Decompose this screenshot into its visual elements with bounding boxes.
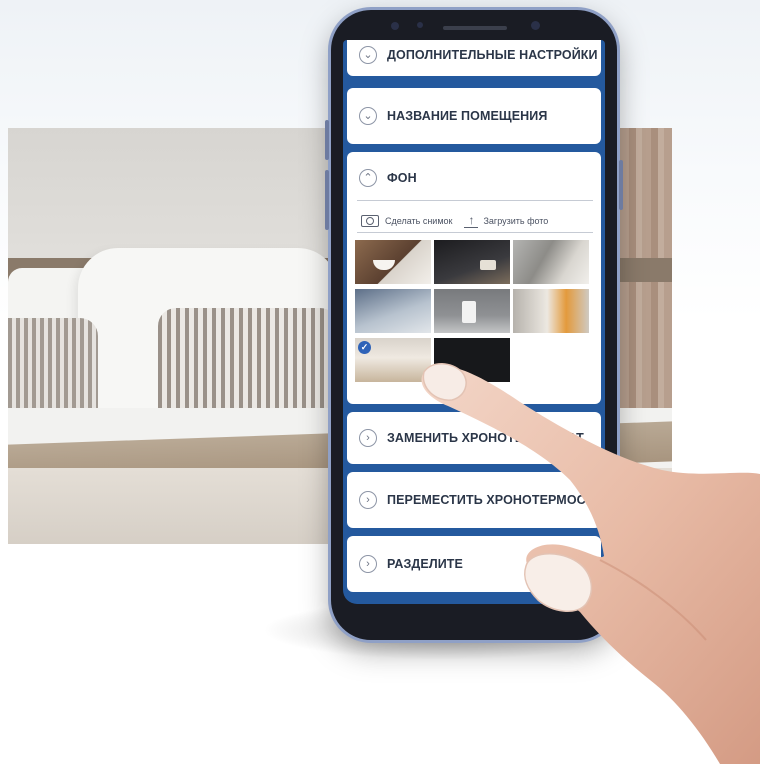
panel-label: РАЗДЕЛИТЕ [387,557,463,571]
upload-icon: ↑ [464,214,479,228]
panel-replace-thermostat[interactable]: › ЗАМЕНИТЬ ХРОНОТЕРМОСТАТ [347,412,601,464]
power-button [619,160,623,210]
panel-row: › РАЗДЕЛИТЕ [359,555,593,573]
panel-move-thermostat[interactable]: › ПЕРЕМЕСТИТЬ ХРОНОТЕРМОСТАТ [347,472,605,528]
thumbnail-bedroom[interactable]: ✓ [355,338,431,382]
upload-photo-button[interactable]: ↑ Загрузить фото [464,214,548,228]
divider [357,232,593,233]
photo-actions: Сделать снимок ↑ Загрузить фото [361,212,597,230]
take-photo-label: Сделать снимок [385,216,453,226]
take-photo-button[interactable]: Сделать снимок [361,215,452,227]
panel-row: › ПЕРЕМЕСТИТЬ ХРОНОТЕРМОСТАТ [359,491,605,509]
panel-label: ЗАМЕНИТЬ ХРОНОТЕРМОСТАТ [387,431,584,445]
panel-label: ФОН [387,171,417,185]
chevron-down-icon: ⌄ [359,46,377,64]
panel-label: НАЗВАНИЕ ПОМЕЩЕНИЯ [387,109,548,123]
panel-label: ДОПОЛНИТЕЛЬНЫЕ НАСТРОЙКИ [387,48,598,62]
striped-cushion [158,308,338,418]
chevron-right-icon: › [359,555,377,573]
panel-room-name[interactable]: ⌄ НАЗВАНИЕ ПОМЕЩЕНИЯ [347,88,601,144]
smartphone: ⌄ ДОПОЛНИТЕЛЬНЫЕ НАСТРОЙКИ ⌄ НАЗВАНИЕ ПО… [325,10,623,640]
panel-split[interactable]: › РАЗДЕЛИТЕ [347,536,601,592]
panel-row: › ЗАМЕНИТЬ ХРОНОТЕРМОСТАТ [359,429,593,447]
thumbnail-dark-kitchen[interactable] [434,240,510,284]
upload-photo-label: Загрузить фото [483,216,549,226]
panel-label: ПЕРЕМЕСТИТЬ ХРОНОТЕРМОСТАТ [387,493,605,507]
thumbnail-blue-office[interactable] [355,289,431,333]
front-camera-icon [391,22,399,30]
thumbnail-bright-hallway[interactable] [513,289,589,333]
panel-background: ⌃ ФОН Сделать снимок ↑ Загрузить фото ✓ [347,152,601,404]
chevron-up-icon: ⌃ [359,169,377,187]
sensor-icon [417,22,423,28]
chevron-down-icon: ⌄ [359,107,377,125]
thumbnail-bathroom-sink[interactable] [355,240,431,284]
background-thumbnail-grid: ✓ [355,240,593,382]
chevron-right-icon: › [359,429,377,447]
panel-additional-settings[interactable]: ⌄ ДОПОЛНИТЕЛЬНЫЕ НАСТРОЙКИ [347,40,601,76]
panel-row: ⌄ ДОПОЛНИТЕЛЬНЫЕ НАСТРОЙКИ [359,46,598,64]
thumbnail-grey-wall-thermostat[interactable] [434,289,510,333]
bixby-button [325,170,329,230]
thumbnail-grey-living-room[interactable] [513,240,589,284]
earpiece [443,26,507,30]
divider [357,200,593,201]
camera-icon [361,215,379,227]
volume-button [325,120,329,160]
thumbnail-black[interactable] [434,338,510,382]
app-screen: ⌄ ДОПОЛНИТЕЛЬНЫЕ НАСТРОЙКИ ⌄ НАЗВАНИЕ ПО… [343,40,605,604]
selected-check-icon: ✓ [358,341,371,354]
striped-cushion [8,318,98,418]
iris-scanner-icon [531,21,540,30]
panel-row: ⌄ НАЗВАНИЕ ПОМЕЩЕНИЯ [359,107,593,125]
panel-background-header[interactable]: ⌃ ФОН [359,169,593,187]
chevron-right-icon: › [359,491,377,509]
